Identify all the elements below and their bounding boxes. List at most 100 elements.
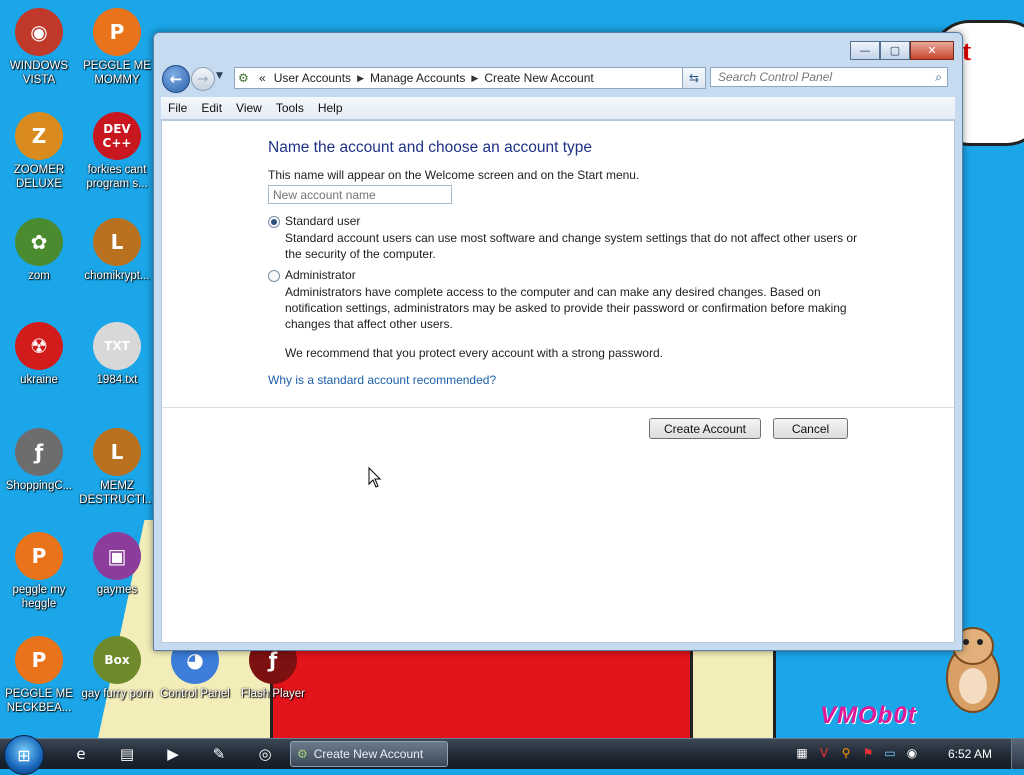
media-player-icon[interactable]: ▶: [154, 743, 192, 765]
address-bar[interactable]: ⚙ « User Accounts ▶ Manage Accounts ▶ Cr…: [234, 67, 706, 89]
taskbar-create-new-account[interactable]: ⚙ Create New Account: [290, 741, 448, 767]
desktop-icon[interactable]: ƒ ShoppingC...: [0, 428, 78, 493]
breadcrumb-arrow-icon[interactable]: ▶: [471, 73, 478, 84]
desktop-icon-image: DEV C++: [93, 112, 141, 160]
desktop-icon-image: Box: [93, 636, 141, 684]
content-pane: Name the account and choose an account t…: [161, 120, 955, 643]
address-overflow[interactable]: «: [259, 71, 266, 85]
desktop-icon-image: P: [15, 532, 63, 580]
menu-help[interactable]: Help: [311, 101, 350, 115]
taskbar: ⊞ e ▤ ▶ ✎ ◎ ⚙ Create New Account ▦ V ⚲ ⚑…: [0, 735, 1024, 775]
desktop-icon[interactable]: DEV C++ forkies cant program s...: [78, 112, 156, 191]
page-title: Name the account and choose an account t…: [268, 139, 592, 156]
desktop-icon[interactable]: ▣ gaymes: [78, 532, 156, 597]
standard-user-label[interactable]: Standard user: [285, 214, 360, 228]
menu-view[interactable]: View: [229, 101, 269, 115]
desktop-icon-label: forkies cant program s...: [86, 164, 148, 190]
desktop-icon-label: zom: [28, 270, 50, 282]
wallpaper-watermark: VMOb0t: [820, 702, 917, 729]
refresh-icon: ⇆: [688, 71, 700, 85]
desktop-icon-image: P: [93, 8, 141, 56]
standard-user-option[interactable]: Standard user: [268, 214, 858, 228]
desktop-icon-image: L: [93, 428, 141, 476]
desktop-icon[interactable]: ✿ zom: [0, 218, 78, 283]
desktop-icon-label: chomikrypt...: [84, 270, 150, 282]
desktop-icon-image: ƒ: [15, 428, 63, 476]
standard-user-description: Standard account users can use most soft…: [285, 231, 858, 261]
search-icon[interactable]: ⌕: [935, 70, 942, 85]
paint-icon[interactable]: ✎: [200, 743, 238, 765]
tray-volume-icon[interactable]: ◉: [904, 745, 920, 761]
clock[interactable]: 6:52 AM: [948, 747, 992, 761]
maximize-button[interactable]: ▢: [880, 41, 910, 60]
tray-search-icon[interactable]: ⚲: [838, 745, 854, 761]
desktop-icon-label: PEGGLE ME NECKBEA...: [5, 688, 73, 714]
tray-network-icon[interactable]: ▭: [882, 745, 898, 761]
user-accounts-icon: ⚙: [297, 747, 308, 761]
chrome-icon[interactable]: ◎: [246, 743, 284, 765]
breadcrumb-manage-accounts[interactable]: Manage Accounts: [370, 71, 465, 85]
breadcrumb-create-new-account[interactable]: Create New Account: [484, 71, 593, 85]
internet-explorer-icon[interactable]: e: [62, 743, 100, 765]
desktop-icon-label: gay furry porn: [81, 688, 153, 700]
administrator-radio[interactable]: [268, 270, 280, 282]
why-standard-account-link[interactable]: Why is a standard account recommended?: [268, 373, 858, 387]
minimize-button[interactable]: —: [850, 41, 880, 60]
create-account-button[interactable]: Create Account: [649, 418, 761, 439]
show-desktop-button[interactable]: [1011, 739, 1024, 769]
breadcrumb-user-accounts[interactable]: User Accounts: [274, 71, 351, 85]
desktop-icon[interactable]: ◉ WINDOWS VISTA: [0, 8, 78, 87]
desktop-icon-image: ▣: [93, 532, 141, 580]
administrator-description: Administrators have complete access to t…: [285, 285, 847, 331]
administrator-option[interactable]: Administrator: [268, 268, 858, 282]
password-recommendation: We recommend that you protect every acco…: [285, 346, 663, 360]
desktop-icon-label: 1984.txt: [96, 374, 138, 386]
recent-pages-dropdown[interactable]: ▼: [216, 71, 223, 81]
desktop-icon-label: Control Panel: [160, 688, 230, 700]
search-input[interactable]: Search Control Panel ⌕: [710, 67, 948, 87]
account-form: Name the account and choose an account t…: [268, 139, 858, 387]
desktop-icon[interactable]: P PEGGLE ME NECKBEA...: [0, 636, 78, 715]
desktop-icon[interactable]: Lchomikrypt...: [78, 218, 156, 283]
back-arrow-icon: ←: [169, 70, 183, 88]
navigation-bar: ← → ▼ ⚙ « User Accounts ▶ Manage Account…: [162, 65, 954, 93]
desktop-icon[interactable]: TXT 1984.txt: [78, 322, 156, 387]
cancel-button[interactable]: Cancel: [773, 418, 848, 439]
standard-user-radio[interactable]: [268, 216, 280, 228]
desktop-icon-label: peggle my heggle: [12, 584, 66, 610]
start-button[interactable]: ⊞: [4, 735, 44, 775]
back-button[interactable]: ←: [162, 65, 190, 93]
menu-tools[interactable]: Tools: [269, 101, 311, 115]
desktop-icon-image: ☢: [15, 322, 63, 370]
desktop-icon-image: P: [15, 636, 63, 684]
name-hint: This name will appear on the Welcome scr…: [268, 168, 640, 182]
refresh-button[interactable]: ⇆: [682, 67, 706, 89]
tray-flag-icon[interactable]: ⚑: [860, 745, 876, 761]
menu-file[interactable]: File: [161, 101, 194, 115]
desktop-icon-image: ◉: [15, 8, 63, 56]
desktop-icon-image: L: [93, 218, 141, 266]
taskbar-task-label: Create New Account: [313, 747, 424, 761]
menu-edit[interactable]: Edit: [194, 101, 229, 115]
desktop-icon[interactable]: L MEMZ DESTRUCTI...: [78, 428, 156, 507]
window-controls: — ▢ ✕: [850, 41, 954, 60]
desktop-icon-label: MEMZ DESTRUCTI...: [79, 480, 155, 506]
mouse-cursor-icon: [368, 467, 382, 488]
control-panel-icon: ⚙: [238, 71, 249, 85]
account-name-input[interactable]: [268, 185, 452, 204]
forward-button[interactable]: →: [191, 67, 215, 91]
desktop-icon[interactable]: Ppeggle my heggle: [0, 532, 78, 611]
tray-app-icon[interactable]: ▦: [794, 745, 810, 761]
desktop-icon[interactable]: Z ZOOMER DELUXE: [0, 112, 78, 191]
close-button[interactable]: ✕: [910, 41, 954, 60]
tray-v-icon[interactable]: V: [816, 745, 832, 761]
desktop-icon[interactable]: Box gay furry porn: [78, 636, 156, 701]
breadcrumb-arrow-icon[interactable]: ▶: [357, 73, 364, 84]
administrator-label[interactable]: Administrator: [285, 268, 356, 282]
desktop-icon[interactable]: P PEGGLE ME MOMMY: [78, 8, 156, 87]
desktop-icon[interactable]: ☢ ukraine: [0, 322, 78, 387]
desktop-icon-label: ShoppingC...: [5, 480, 73, 492]
desktop-icon-label: ukraine: [20, 374, 58, 386]
file-explorer-icon[interactable]: ▤: [108, 743, 146, 765]
desktop-icon-label: PEGGLE ME MOMMY: [83, 60, 151, 86]
